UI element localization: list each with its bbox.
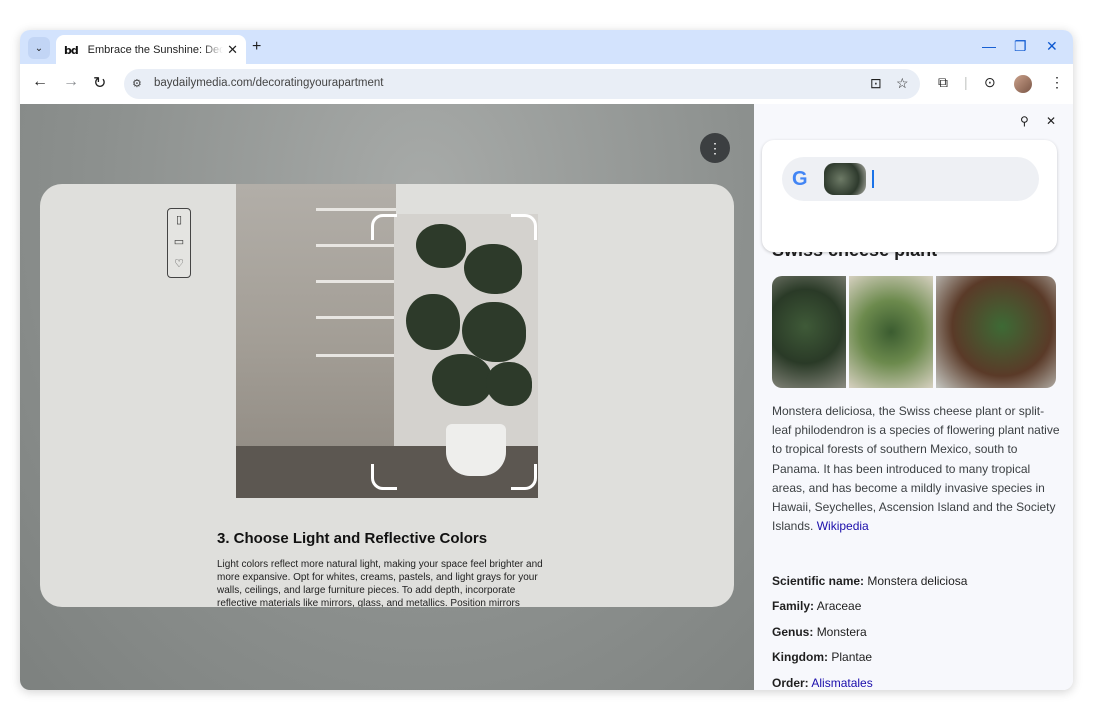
result-image-strip (772, 276, 1056, 388)
article-body: Light colors reflect more natural light,… (217, 559, 543, 607)
plant-leaf (462, 302, 526, 362)
fact-row: Kingdom: Plantae (772, 650, 872, 664)
text-caret (872, 170, 874, 188)
fact-row: Scientific name: Monstera deliciosa (772, 574, 967, 588)
url-text[interactable]: baydailymedia.com/decoratingyourapartmen… (154, 77, 383, 89)
chrome-menu-icon[interactable]: ⋮ (1050, 74, 1064, 91)
fact-row: Genus: Monstera (772, 625, 867, 639)
article-actions: ▯ ▭ ♡ (167, 208, 191, 278)
google-g-icon: G (792, 168, 808, 190)
back-icon[interactable]: ← (32, 73, 48, 91)
result-image[interactable] (849, 276, 933, 388)
shelf (316, 280, 396, 283)
new-tab-button[interactable]: + (252, 38, 261, 56)
site-info-icon[interactable]: ⚙ (132, 77, 142, 90)
lens-search-input[interactable]: G (782, 157, 1039, 201)
tab-close-icon[interactable]: ✕ (227, 42, 238, 58)
comment-icon[interactable]: ▭ (168, 231, 190, 253)
page-viewport: ⋮ ▯ ▭ ♡ 3. Choose Light and Reflective C… (20, 104, 754, 690)
close-panel-icon[interactable]: ✕ (1046, 114, 1056, 128)
article-photo (236, 184, 538, 498)
shelf (316, 244, 396, 247)
fact-value: Plantae (831, 650, 873, 664)
lens-search-box: G (762, 140, 1057, 252)
bookmark-star-icon[interactable]: ☆ (896, 75, 909, 92)
bookmark-icon[interactable]: ▯ (168, 209, 190, 231)
extensions-puzzle-icon[interactable]: ⧉ (938, 74, 948, 91)
lens-side-panel: ⚲ ✕ G Swiss cheese plant Monstera delici… (754, 104, 1073, 690)
shelf (316, 316, 396, 319)
order-link[interactable]: Alismatales (811, 676, 872, 690)
tab-title: Embrace the Sunshine: Decorating Your Ap… (87, 43, 224, 56)
selection-corner[interactable] (511, 464, 537, 490)
address-bar[interactable]: ⚙ baydailymedia.com/decoratingyourapartm… (124, 69, 920, 99)
heart-icon[interactable]: ♡ (168, 253, 190, 275)
fact-value: Monstera (816, 625, 867, 639)
plant-pot (446, 424, 506, 476)
selection-corner[interactable] (371, 464, 397, 490)
plant-leaf (432, 354, 492, 406)
tab-search-button[interactable]: ⌄ (28, 37, 50, 59)
chevron-down-icon: ⌄ (34, 42, 44, 54)
browser-window: ⌄ bd Embrace the Sunshine: Decorating Yo… (20, 30, 1073, 690)
forward-icon[interactable]: → (63, 73, 79, 91)
overlay-menu-icon[interactable]: ⋮ (700, 133, 730, 163)
plant-leaf (464, 244, 522, 294)
fact-label: Kingdom: (772, 650, 828, 664)
plant-leaf (486, 362, 532, 406)
selection-corner[interactable] (511, 214, 537, 240)
result-image[interactable] (772, 276, 846, 388)
lens-icon[interactable]: ⊡ (870, 75, 882, 92)
pin-icon[interactable]: ⚲ (1020, 114, 1029, 128)
close-window-icon[interactable]: ✕ (1046, 38, 1058, 55)
selected-image-thumbnail[interactable] (824, 163, 866, 195)
toolbar-divider: | (964, 74, 968, 90)
fact-value: Araceae (816, 599, 862, 613)
active-tab[interactable]: bd Embrace the Sunshine: Decorating Your… (56, 35, 246, 64)
plant-leaf (416, 224, 466, 268)
article-heading: 3. Choose Light and Reflective Colors (217, 530, 488, 547)
plant-leaf (406, 294, 460, 350)
fact-value: Monstera deliciosa (867, 574, 968, 588)
fact-label: Order: (772, 676, 809, 690)
browser-toolbar: ← → ↻ ⚙ baydailymedia.com/decoratingyour… (20, 64, 1073, 104)
description-text: Monstera deliciosa, the Swiss cheese pla… (772, 404, 1060, 534)
reload-icon[interactable]: ↻ (93, 73, 106, 93)
article-card: ▯ ▭ ♡ 3. Choose Light and Reflective Col… (40, 184, 734, 607)
site-favicon: bd (64, 43, 79, 57)
minimize-icon[interactable]: — (982, 38, 996, 54)
shelf (316, 354, 396, 357)
profile-avatar[interactable] (1014, 75, 1032, 93)
result-image[interactable] (936, 276, 1056, 388)
result-description: Monstera deliciosa, the Swiss cheese pla… (772, 402, 1062, 536)
fact-label: Family: (772, 599, 815, 613)
tab-strip: ⌄ bd Embrace the Sunshine: Decorating Yo… (20, 30, 1073, 64)
shelf (316, 208, 396, 211)
fact-row: Family: Araceae (772, 599, 861, 613)
fact-label: Scientific name: (772, 574, 865, 588)
lens-toolbar-icon[interactable]: ⊙ (984, 74, 996, 91)
fact-label: Genus: (772, 625, 814, 639)
selection-corner[interactable] (371, 214, 397, 240)
fact-row: Order: Alismatales (772, 676, 873, 690)
wikipedia-link[interactable]: Wikipedia (817, 519, 869, 533)
restore-icon[interactable]: ❐ (1014, 38, 1027, 55)
